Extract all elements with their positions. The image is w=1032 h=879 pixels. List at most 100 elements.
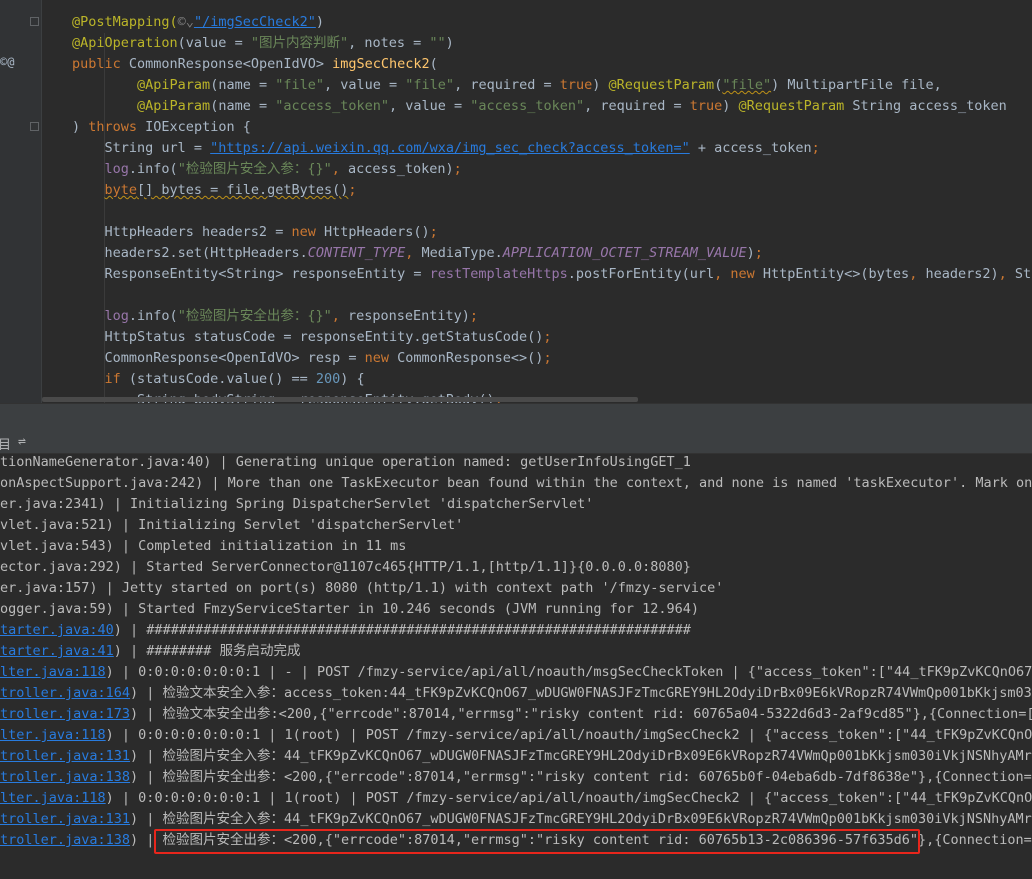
fold-marker-icon[interactable] [30,17,39,26]
source-link[interactable]: lter.java:118 [0,727,106,743]
code-token: ; [811,140,820,156]
override-marker-icon[interactable]: ©@ [0,55,14,69]
code-line[interactable]: ) throws IOException { [72,117,251,138]
editor-horizontal-scrollbar[interactable] [42,397,638,402]
code-token: , value = [324,77,406,93]
code-token: ; [543,350,552,366]
console-line: lter.java:118) | 0:0:0:0:0:0:0:1 | 1(roo… [0,788,1032,809]
code-token: , [331,308,348,324]
code-token: , value = [389,98,471,114]
filter-icon[interactable]: 目 [0,434,11,453]
code-token: .postForEntity(url [567,266,715,282]
code-line[interactable]: String url = "https://api.weixin.qq.com/… [72,138,820,159]
code-token: .info( [128,161,178,177]
console-line: troller.java:138) | 检验图片安全出参：<200,{"errc… [0,767,1032,788]
console-text: ) | 检验图片安全入参：44_tFK9pZvKCQnO67_wDUGW0FNA… [130,748,1032,764]
code-line[interactable]: ResponseEntity<String> responseEntity = … [72,264,1032,285]
code-token: byte [104,182,138,198]
code-token: 200 [315,371,341,387]
code-token: @ApiOperation [72,35,178,51]
code-line[interactable]: @PostMapping(©⌄"/imgSecCheck2") [72,12,324,33]
code-token: ; [469,308,479,324]
code-token: , [998,266,1015,282]
code-token: , [909,266,926,282]
code-token: CommonResponse<OpenIdVO> resp = [72,350,365,366]
code-token: + access_token [689,140,812,156]
code-token: (statusCode.value() == [128,371,316,387]
code-token: , required = [584,98,690,114]
code-line[interactable]: @ApiParam(name = "file", value = "file",… [72,75,942,96]
console-text: ) | 0:0:0:0:0:0:0:1 | 1(root) | POST /fm… [105,727,1032,743]
code-token: "access_token" [275,98,390,114]
console-text: ) | 0:0:0:0:0:0:0:1 | - | POST /fmzy-ser… [105,664,1032,680]
source-link[interactable]: tarter.java:40 [0,622,114,638]
source-link[interactable]: troller.java:138 [0,769,130,785]
source-link[interactable]: troller.java:138 [0,832,130,848]
code-line[interactable]: if (statusCode.value() == 200) { [72,369,365,390]
code-token: "file" [405,77,455,93]
code-token: , [331,161,348,177]
console-line: vlet.java:543) | Completed initializatio… [0,536,406,557]
source-link[interactable]: tarter.java:41 [0,643,114,659]
code-line[interactable]: public CommonResponse<OpenIdVO> imgSecCh… [72,54,438,75]
source-link[interactable]: troller.java:173 [0,706,130,722]
code-token: CommonResponse<>() [397,350,544,366]
run-console[interactable]: tionNameGenerator.java:40) | Generating … [0,454,1032,879]
code-token: log [104,161,129,177]
code-token: String access_token [852,98,1007,114]
fold-marker-icon[interactable] [30,122,39,131]
code-line[interactable]: @ApiOperation(value = "图片内容判断", notes = … [72,33,454,54]
code-line[interactable]: headers2.set(HttpHeaders.CONTENT_TYPE, M… [72,243,763,264]
highlight-box [154,829,920,854]
code-line[interactable]: CommonResponse<OpenIdVO> resp = new Comm… [72,348,552,369]
code-token: "file" [722,77,772,93]
soft-wrap-icon[interactable]: ⇌ [18,434,26,449]
code-token: ; [453,161,462,177]
console-text: ector.java:292) | Started ServerConnecto… [0,559,691,575]
console-text: ) | 检验文本安全出参:<200,{"errcode":87014,"errm… [130,706,1032,722]
console-line: troller.java:131) | 检验图片安全入参：44_tFK9pZvK… [0,746,1032,767]
code-token: , [405,245,422,261]
code-area[interactable]: @PostMapping(©⌄"/imgSecCheck2") @ApiOpera… [42,0,1032,403]
source-link[interactable]: lter.java:118 [0,790,106,806]
code-token: ) MultipartFile file, [771,77,942,93]
code-token: ) [315,14,324,30]
code-token: CONTENT_TYPE [307,245,406,261]
console-text: tionNameGenerator.java:40) | Generating … [0,454,691,470]
source-link[interactable]: troller.java:164 [0,685,130,701]
code-line[interactable]: @ApiParam(name = "access_token", value =… [72,96,1007,117]
code-line[interactable]: byte[] bytes = file.getBytes(); [72,180,357,201]
source-link[interactable]: lter.java:118 [0,664,106,680]
code-token: , notes = [348,35,430,51]
code-token: ) [72,119,89,135]
code-token: "检验图片安全出参：{}" [177,308,332,324]
code-editor[interactable]: ©@ @PostMapping(©⌄"/imgSecCheck2") @ApiOp… [0,0,1032,403]
code-token: APPLICATION_OCTET_STREAM_VALUE [502,245,747,261]
code-token: HttpEntity<>(bytes [762,266,910,282]
console-text: er.java:2341) | Initializing Spring Disp… [0,496,594,512]
console-text: ) | ####################################… [113,622,691,638]
code-token: String url = [72,140,211,156]
code-token: , required = [454,77,560,93]
code-token: "图片内容判断" [250,35,349,51]
code-token: "https://api.weixin.qq.com/wxa/img_sec_c… [210,140,690,156]
code-token: IOException { [145,119,251,135]
source-link[interactable]: troller.java:131 [0,748,130,764]
source-link[interactable]: troller.java:131 [0,811,130,827]
code-token: "access_token" [470,98,585,114]
code-token: ; [429,224,438,240]
code-line[interactable]: HttpHeaders headers2 = new HttpHeaders()… [72,222,438,243]
code-line[interactable]: log.info("检验图片安全入参：{}", access_token); [72,159,462,180]
console-line: ector.java:292) | Started ServerConnecto… [0,557,691,578]
code-token: MediaType. [421,245,503,261]
panel-divider[interactable] [0,403,1032,430]
console-line: tionNameGenerator.java:40) | Generating … [0,454,691,473]
console-text: ) | 检验图片安全入参：44_tFK9pZvKCQnO67_wDUGW0FNA… [130,811,1032,827]
code-line[interactable]: HttpStatus statusCode = responseEntity.g… [72,327,552,348]
console-line: troller.java:164) | 检验文本安全入参：access_toke… [0,683,1032,704]
code-token: HttpHeaders headers2 = [72,224,292,240]
code-line[interactable]: log.info("检验图片安全出参：{}", responseEntity); [72,306,479,327]
code-token: @PostMapping( [72,14,178,30]
